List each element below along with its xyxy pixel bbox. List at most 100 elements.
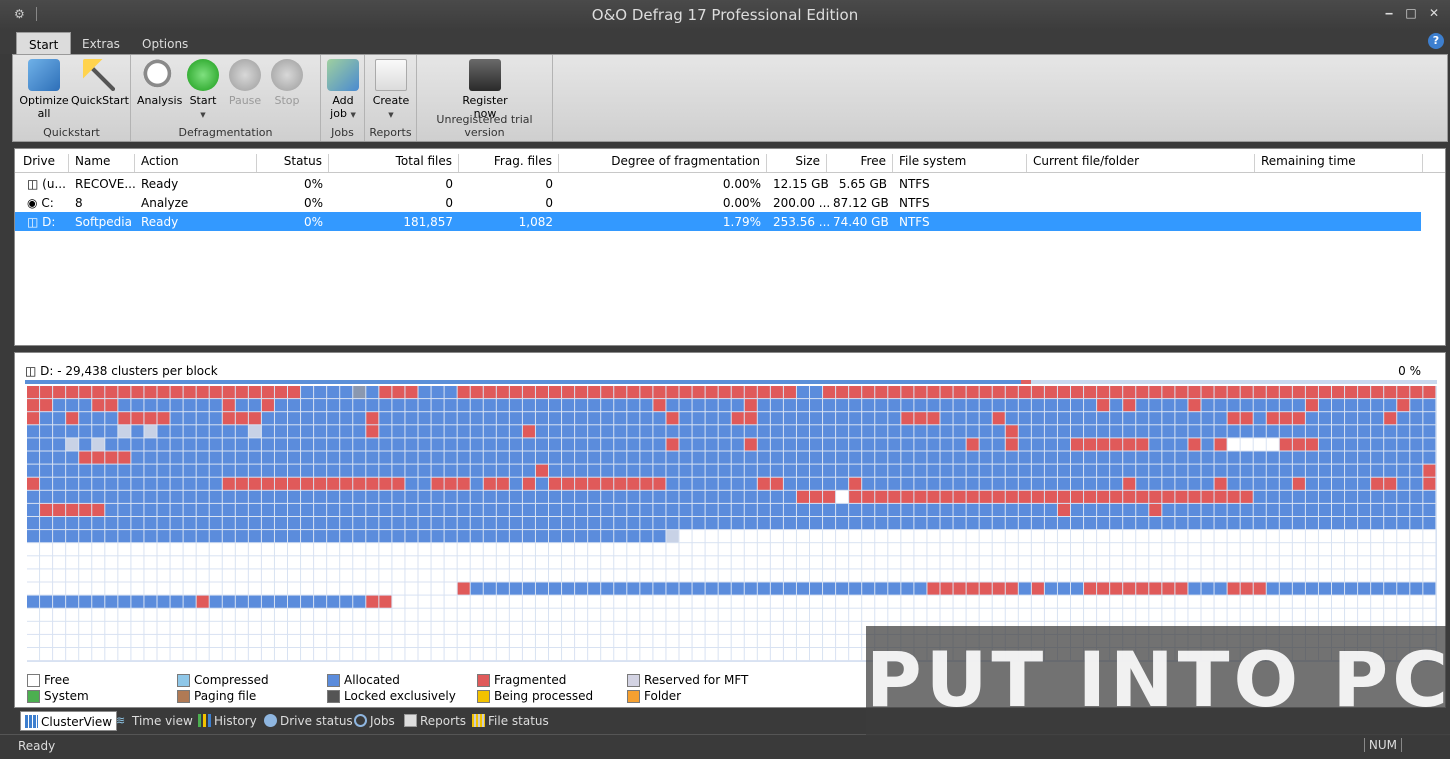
cluster-block[interactable] bbox=[1188, 399, 1201, 412]
table-row[interactable]: ◫ (u... RECOVE... Ready 0% 0 0 0.00% 12.… bbox=[15, 174, 1421, 193]
cluster-block[interactable] bbox=[1266, 608, 1279, 621]
cluster-block[interactable] bbox=[1149, 386, 1162, 399]
cluster-block[interactable] bbox=[1136, 530, 1149, 543]
cluster-block[interactable] bbox=[431, 399, 444, 412]
cluster-block[interactable] bbox=[327, 464, 340, 477]
cluster-block[interactable] bbox=[79, 503, 92, 516]
cluster-block[interactable] bbox=[353, 608, 366, 621]
cluster-block[interactable] bbox=[483, 569, 496, 582]
cluster-block[interactable] bbox=[1214, 517, 1227, 530]
cluster-block[interactable] bbox=[183, 595, 196, 608]
cluster-block[interactable] bbox=[1214, 503, 1227, 516]
cluster-block[interactable] bbox=[79, 634, 92, 647]
cluster-block[interactable] bbox=[666, 386, 679, 399]
cluster-block[interactable] bbox=[601, 451, 614, 464]
cluster-block[interactable] bbox=[235, 438, 248, 451]
cluster-block[interactable] bbox=[261, 438, 274, 451]
cluster-block[interactable] bbox=[1044, 425, 1057, 438]
cluster-block[interactable] bbox=[614, 608, 627, 621]
cluster-block[interactable] bbox=[927, 477, 940, 490]
cluster-block[interactable] bbox=[314, 503, 327, 516]
cluster-block[interactable] bbox=[209, 582, 222, 595]
cluster-block[interactable] bbox=[431, 412, 444, 425]
cluster-block[interactable] bbox=[248, 569, 261, 582]
cluster-block[interactable] bbox=[314, 438, 327, 451]
cluster-block[interactable] bbox=[379, 648, 392, 661]
cluster-block[interactable] bbox=[288, 477, 301, 490]
cluster-block[interactable] bbox=[379, 621, 392, 634]
cluster-block[interactable] bbox=[562, 477, 575, 490]
cluster-block[interactable] bbox=[666, 648, 679, 661]
cluster-block[interactable] bbox=[1318, 386, 1331, 399]
cluster-block[interactable] bbox=[27, 438, 40, 451]
cluster-block[interactable] bbox=[901, 451, 914, 464]
cluster-block[interactable] bbox=[444, 517, 457, 530]
cluster-block[interactable] bbox=[1292, 530, 1305, 543]
cluster-block[interactable] bbox=[157, 543, 170, 556]
cluster-block[interactable] bbox=[235, 569, 248, 582]
cluster-block[interactable] bbox=[457, 608, 470, 621]
cluster-block[interactable] bbox=[718, 556, 731, 569]
cluster-block[interactable] bbox=[235, 477, 248, 490]
cluster-block[interactable] bbox=[992, 503, 1005, 516]
cluster-block[interactable] bbox=[770, 621, 783, 634]
cluster-block[interactable] bbox=[601, 595, 614, 608]
cluster-block[interactable] bbox=[1057, 556, 1070, 569]
cluster-block[interactable] bbox=[757, 503, 770, 516]
cluster-block[interactable] bbox=[979, 425, 992, 438]
cluster-block[interactable] bbox=[1136, 477, 1149, 490]
cluster-block[interactable] bbox=[1371, 595, 1384, 608]
cluster-block[interactable] bbox=[405, 608, 418, 621]
cluster-block[interactable] bbox=[248, 451, 261, 464]
cluster-block[interactable] bbox=[470, 569, 483, 582]
cluster-block[interactable] bbox=[875, 503, 888, 516]
cluster-block[interactable] bbox=[314, 451, 327, 464]
cluster-block[interactable] bbox=[849, 517, 862, 530]
cluster-block[interactable] bbox=[209, 621, 222, 634]
cluster-block[interactable] bbox=[196, 438, 209, 451]
cluster-block[interactable] bbox=[1410, 517, 1423, 530]
cluster-block[interactable] bbox=[522, 503, 535, 516]
cluster-block[interactable] bbox=[183, 438, 196, 451]
cluster-block[interactable] bbox=[92, 451, 105, 464]
cluster-block[interactable] bbox=[1253, 412, 1266, 425]
cluster-block[interactable] bbox=[327, 412, 340, 425]
cluster-block[interactable] bbox=[209, 530, 222, 543]
cluster-block[interactable] bbox=[849, 425, 862, 438]
cluster-block[interactable] bbox=[901, 464, 914, 477]
cluster-block[interactable] bbox=[979, 517, 992, 530]
cluster-block[interactable] bbox=[1084, 477, 1097, 490]
cluster-block[interactable] bbox=[562, 412, 575, 425]
cluster-block[interactable] bbox=[1371, 556, 1384, 569]
cluster-block[interactable] bbox=[757, 582, 770, 595]
cluster-block[interactable] bbox=[340, 386, 353, 399]
cluster-block[interactable] bbox=[1162, 451, 1175, 464]
cluster-block[interactable] bbox=[1084, 569, 1097, 582]
cluster-block[interactable] bbox=[1136, 595, 1149, 608]
cluster-block[interactable] bbox=[340, 477, 353, 490]
cluster-block[interactable] bbox=[1371, 517, 1384, 530]
cluster-block[interactable] bbox=[405, 634, 418, 647]
cluster-block[interactable] bbox=[757, 543, 770, 556]
cluster-block[interactable] bbox=[1410, 530, 1423, 543]
cluster-block[interactable] bbox=[810, 543, 823, 556]
cluster-block[interactable] bbox=[966, 386, 979, 399]
cluster-block[interactable] bbox=[157, 503, 170, 516]
cluster-block[interactable] bbox=[314, 425, 327, 438]
cluster-block[interactable] bbox=[1279, 543, 1292, 556]
cluster-block[interactable] bbox=[653, 412, 666, 425]
cluster-block[interactable] bbox=[823, 543, 836, 556]
cluster-block[interactable] bbox=[379, 386, 392, 399]
cluster-block[interactable] bbox=[562, 608, 575, 621]
cluster-block[interactable] bbox=[1345, 595, 1358, 608]
cluster-block[interactable] bbox=[1214, 438, 1227, 451]
cluster-block[interactable] bbox=[79, 569, 92, 582]
cluster-block[interactable] bbox=[222, 425, 235, 438]
cluster-block[interactable] bbox=[1279, 595, 1292, 608]
cluster-block[interactable] bbox=[588, 569, 601, 582]
cluster-block[interactable] bbox=[601, 569, 614, 582]
cluster-block[interactable] bbox=[496, 503, 509, 516]
cluster-block[interactable] bbox=[405, 503, 418, 516]
cluster-block[interactable] bbox=[261, 490, 274, 503]
cluster-block[interactable] bbox=[431, 621, 444, 634]
